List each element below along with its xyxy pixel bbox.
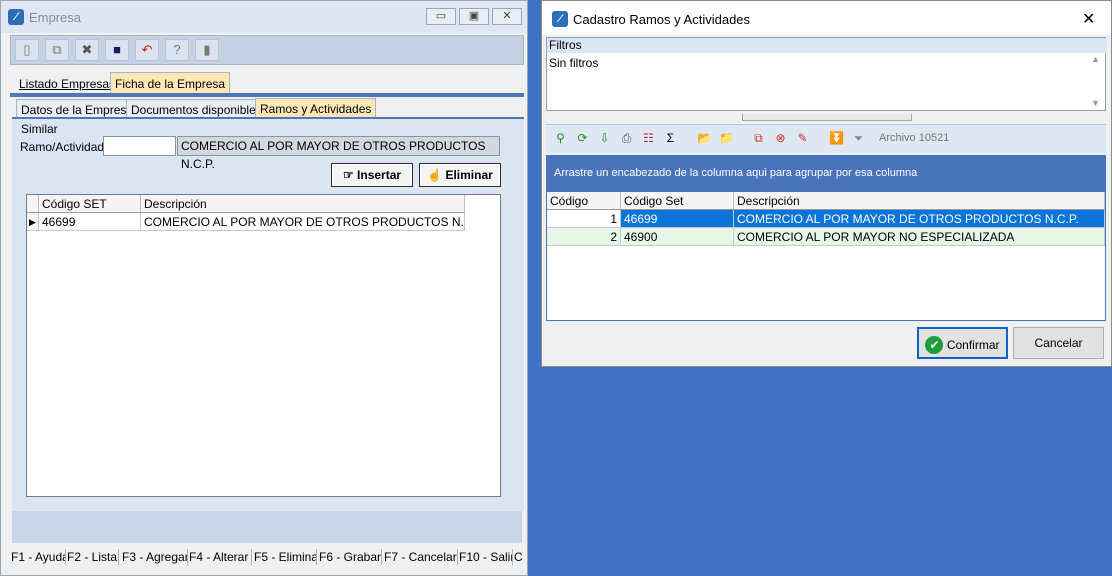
splitter-handle[interactable] (742, 114, 912, 121)
filtros-panel: Filtros Sin filtros ▲ ▼ (546, 37, 1107, 111)
cadastro-grid: Código Código Set Descripción 1 46699 CO… (546, 191, 1106, 321)
archivo-label: Archivo 10521 (879, 132, 950, 144)
group-by-area[interactable]: Arrastre un encabezado de la columna aqu… (546, 155, 1106, 191)
close-icon[interactable]: ✕ (1082, 9, 1095, 29)
empresa-title: Empresa (29, 10, 82, 25)
folder-open-icon[interactable]: 📂 (696, 130, 713, 146)
fkey-f4[interactable]: F4 - Alterar (189, 549, 252, 565)
edit-record-icon[interactable]: ✎ (794, 130, 811, 146)
tab-datos-empresa[interactable]: Datos de la Empresa (16, 99, 139, 119)
exit-icon[interactable]: ▮ (195, 39, 219, 61)
refresh-icon[interactable]: ⟳ (574, 130, 591, 146)
app-icon: ∕ (552, 11, 568, 27)
minimize-button[interactable]: ▭ (426, 8, 456, 25)
scroll-up-icon[interactable]: ▲ (1091, 54, 1100, 64)
insert-button-label: Insertar (357, 168, 402, 182)
move-down-icon[interactable]: ⏬ (828, 130, 845, 146)
ramo-label: Ramo/Actividad (20, 140, 105, 154)
tab-documentos[interactable]: Documentos disponibles (126, 99, 267, 119)
copy-record-icon[interactable]: ⧉ (750, 130, 767, 146)
help-icon[interactable]: ? (165, 39, 189, 61)
cadastro-title: Cadastro Ramos y Actividades (573, 12, 751, 27)
fkey-f2[interactable]: F2 - Lista (67, 549, 119, 565)
stop-icon[interactable]: ⊗ (772, 130, 789, 146)
ramo-code-input[interactable] (103, 136, 176, 156)
grid-header-descripcion[interactable]: Descripción (734, 192, 1105, 210)
cadastro-window: ∕ Cadastro Ramos y Actividades ✕ Filtros… (541, 0, 1112, 367)
tab-listado-empresas[interactable]: Listado Empresas (14, 73, 121, 93)
maximize-button[interactable]: ▣ (459, 8, 489, 25)
save-icon[interactable]: ■ (105, 39, 129, 61)
table-row-code[interactable]: 46900 (621, 228, 734, 246)
ramo-description-field: COMERCIO AL POR MAYOR DE OTROS PRODUCTOS… (177, 136, 500, 171)
hand-insert-icon: ☞ (342, 168, 358, 182)
undo-icon[interactable]: ↶ (135, 39, 159, 61)
main-tab-underline (10, 93, 524, 97)
scroll-down-icon[interactable]: ▼ (1091, 98, 1100, 108)
grid-header-codigo[interactable]: Código (547, 192, 621, 210)
empresa-titlebar: ∕ Empresa ▭ ▣ ✕ (1, 1, 527, 33)
ramos-grid: Código SET Descripción ▶ 46699 COMERCIO … (26, 194, 501, 497)
row-pointer-icon: ▶ (27, 213, 39, 231)
table-row-desc[interactable]: COMERCIO AL POR MAYOR DE OTROS PRODUCTOS… (141, 213, 465, 231)
cadastro-titlebar: ∕ Cadastro Ramos y Actividades ✕ (542, 1, 1111, 35)
confirm-button-label: Confirmar (946, 337, 1000, 352)
function-key-bar: F1 - Ayuda F2 - Lista F3 - Agregar F4 - … (9, 546, 527, 568)
filtros-label: Filtros (547, 38, 1107, 53)
fkey-f6[interactable]: F6 - Grabar (319, 549, 382, 565)
tab-ficha-empresa[interactable]: Ficha de la Empresa (110, 72, 231, 94)
app-icon: ∕ (8, 9, 24, 25)
empresa-window: ∕ Empresa ▭ ▣ ✕ ▯ ⧉ ✖ ■ ↶ ? ▮ Listado Em… (0, 0, 528, 576)
status-bar (12, 511, 522, 543)
hand-delete-icon: ☝ (427, 168, 446, 182)
fkey-f10[interactable]: F10 - Salir (459, 549, 513, 565)
fkey-c[interactable]: C (514, 549, 525, 565)
delete-icon[interactable]: ✖ (75, 39, 99, 61)
folder-icon[interactable]: 📁 (718, 130, 735, 146)
table-row-num[interactable]: 2 (547, 228, 621, 246)
filter-icon[interactable]: ⚲ (552, 130, 569, 146)
ramos-panel: Similar Ramo/Actividad COMERCIO AL POR M… (12, 119, 524, 511)
table-row-desc[interactable]: COMERCIO AL POR MAYOR NO ESPECIALIZADA (734, 228, 1105, 246)
grid-header-codigo-set[interactable]: Código Set (621, 192, 734, 210)
delete-button[interactable]: ☝ Eliminar (419, 163, 501, 187)
table-row-num[interactable]: 1 (547, 210, 621, 228)
fkey-f7[interactable]: F7 - Cancelar (384, 549, 458, 565)
fkey-f1[interactable]: F1 - Ayuda (11, 549, 66, 565)
grid-header-descripcion[interactable]: Descripción (141, 195, 465, 213)
close-button[interactable]: ✕ (492, 8, 522, 25)
delete-button-label: Eliminar (445, 168, 493, 182)
new-icon[interactable]: ▯ (15, 39, 39, 61)
confirm-button[interactable]: ✔ Confirmar (917, 327, 1008, 359)
fkey-f3[interactable]: F3 - Agregar (122, 549, 188, 565)
grid-header-codigo-set[interactable]: Código SET (39, 195, 141, 213)
insert-button[interactable]: ☞ Insertar (331, 163, 413, 187)
table-row-code[interactable]: 46699 (621, 210, 734, 228)
cancel-button[interactable]: Cancelar (1013, 327, 1104, 359)
table-row-code[interactable]: 46699 (39, 213, 141, 231)
move-bottom-icon[interactable]: ⏷ (850, 130, 867, 146)
sum-icon[interactable]: Σ (662, 130, 679, 146)
cadastro-toolbar: ⚲ ⟳ ⇩ ⎙ ☷ Σ 📂 📁 ⧉ ⊗ ✎ ⏬ ⏷ Archivo 10521 (546, 124, 1106, 153)
empresa-toolbar: ▯ ⧉ ✖ ■ ↶ ? ▮ (10, 35, 524, 65)
similar-label: Similar (21, 122, 58, 136)
export-icon[interactable]: ⇩ (596, 130, 613, 146)
print-icon[interactable]: ⎙ (618, 130, 635, 146)
grid-row-indicator-header (27, 195, 39, 213)
check-icon: ✔ (925, 335, 944, 354)
copy-icon[interactable]: ⧉ (45, 39, 69, 61)
filtros-value[interactable]: Sin filtros (549, 56, 598, 70)
fkey-f5[interactable]: F5 - Eliminar (254, 549, 317, 565)
tab-ramos-actividades[interactable]: Ramos y Actividades (255, 98, 377, 119)
columns-icon[interactable]: ☷ (640, 130, 657, 146)
table-row-desc[interactable]: COMERCIO AL POR MAYOR DE OTROS PRODUCTOS… (734, 210, 1105, 228)
